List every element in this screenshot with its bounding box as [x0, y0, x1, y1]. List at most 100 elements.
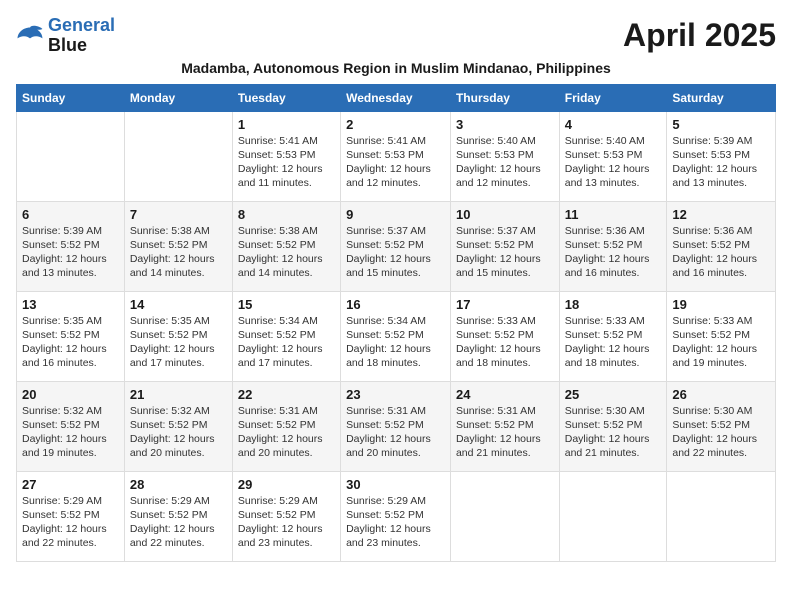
calendar-cell: 29 Sunrise: 5:29 AM Sunset: 5:52 PM Dayli… [232, 471, 340, 561]
calendar-cell: 20 Sunrise: 5:32 AM Sunset: 5:52 PM Dayli… [17, 381, 125, 471]
calendar-cell [17, 111, 125, 201]
day-number: 10 [456, 207, 554, 222]
calendar-cell: 12 Sunrise: 5:36 AM Sunset: 5:52 PM Dayli… [667, 201, 776, 291]
day-number: 21 [130, 387, 227, 402]
calendar-cell: 24 Sunrise: 5:31 AM Sunset: 5:52 PM Dayli… [450, 381, 559, 471]
calendar-cell: 17 Sunrise: 5:33 AM Sunset: 5:52 PM Dayli… [450, 291, 559, 381]
calendar-cell [124, 111, 232, 201]
calendar-cell: 27 Sunrise: 5:29 AM Sunset: 5:52 PM Dayli… [17, 471, 125, 561]
day-info: Sunrise: 5:30 AM Sunset: 5:52 PM Dayligh… [565, 404, 662, 461]
day-number: 5 [672, 117, 770, 132]
day-number: 18 [565, 297, 662, 312]
calendar-cell: 2 Sunrise: 5:41 AM Sunset: 5:53 PM Daylig… [341, 111, 451, 201]
day-number: 19 [672, 297, 770, 312]
day-info: Sunrise: 5:34 AM Sunset: 5:52 PM Dayligh… [238, 314, 335, 371]
calendar-cell: 10 Sunrise: 5:37 AM Sunset: 5:52 PM Dayli… [450, 201, 559, 291]
day-number: 7 [130, 207, 227, 222]
calendar-cell: 21 Sunrise: 5:32 AM Sunset: 5:52 PM Dayli… [124, 381, 232, 471]
calendar-cell: 19Sunrise: 5:33 AM Sunset: 5:52 PM Dayli… [667, 291, 776, 381]
calendar-cell: 9 Sunrise: 5:37 AM Sunset: 5:52 PM Daylig… [341, 201, 451, 291]
day-number: 13 [22, 297, 119, 312]
calendar-cell: 16 Sunrise: 5:34 AM Sunset: 5:52 PM Dayli… [341, 291, 451, 381]
calendar-body: 1 Sunrise: 5:41 AM Sunset: 5:53 PM Daylig… [17, 111, 776, 561]
calendar-week-row: 1 Sunrise: 5:41 AM Sunset: 5:53 PM Daylig… [17, 111, 776, 201]
calendar-cell: 30 Sunrise: 5:29 AM Sunset: 5:52 PM Dayli… [341, 471, 451, 561]
day-info: Sunrise: 5:41 AM Sunset: 5:53 PM Dayligh… [238, 134, 335, 191]
calendar-subtitle: Madamba, Autonomous Region in Muslim Min… [16, 60, 776, 76]
day-info: Sunrise: 5:32 AM Sunset: 5:52 PM Dayligh… [22, 404, 119, 461]
day-number: 17 [456, 297, 554, 312]
day-info: Sunrise: 5:33 AM Sunset: 5:52 PM Dayligh… [456, 314, 554, 371]
day-number: 29 [238, 477, 335, 492]
day-info: Sunrise: 5:37 AM Sunset: 5:52 PM Dayligh… [346, 224, 445, 281]
day-info: Sunrise: 5:41 AM Sunset: 5:53 PM Dayligh… [346, 134, 445, 191]
calendar-week-row: 6 Sunrise: 5:39 AM Sunset: 5:52 PM Daylig… [17, 201, 776, 291]
day-number: 12 [672, 207, 770, 222]
weekday-header-friday: Friday [559, 84, 667, 111]
calendar-week-row: 20 Sunrise: 5:32 AM Sunset: 5:52 PM Dayli… [17, 381, 776, 471]
day-number: 6 [22, 207, 119, 222]
day-number: 16 [346, 297, 445, 312]
calendar-cell: 11Sunrise: 5:36 AM Sunset: 5:52 PM Dayli… [559, 201, 667, 291]
calendar-cell: 4Sunrise: 5:40 AM Sunset: 5:53 PM Daylig… [559, 111, 667, 201]
day-number: 30 [346, 477, 445, 492]
day-info: Sunrise: 5:29 AM Sunset: 5:52 PM Dayligh… [22, 494, 119, 551]
day-info: Sunrise: 5:29 AM Sunset: 5:52 PM Dayligh… [238, 494, 335, 551]
logo-text: General Blue [48, 16, 115, 56]
calendar-cell: 25Sunrise: 5:30 AM Sunset: 5:52 PM Dayli… [559, 381, 667, 471]
day-number: 15 [238, 297, 335, 312]
weekday-header-wednesday: Wednesday [341, 84, 451, 111]
calendar-cell: 8Sunrise: 5:38 AM Sunset: 5:52 PM Daylig… [232, 201, 340, 291]
day-number: 23 [346, 387, 445, 402]
logo-line1: General [48, 15, 115, 35]
day-info: Sunrise: 5:31 AM Sunset: 5:52 PM Dayligh… [456, 404, 554, 461]
day-info: Sunrise: 5:35 AM Sunset: 5:52 PM Dayligh… [22, 314, 119, 371]
calendar-week-row: 27 Sunrise: 5:29 AM Sunset: 5:52 PM Dayli… [17, 471, 776, 561]
calendar-cell: 3 Sunrise: 5:40 AM Sunset: 5:53 PM Daylig… [450, 111, 559, 201]
day-info: Sunrise: 5:40 AM Sunset: 5:53 PM Dayligh… [565, 134, 662, 191]
day-number: 27 [22, 477, 119, 492]
logo: General Blue [16, 16, 115, 56]
weekday-header-monday: Monday [124, 84, 232, 111]
weekday-header-saturday: Saturday [667, 84, 776, 111]
calendar-cell: 13 Sunrise: 5:35 AM Sunset: 5:52 PM Dayli… [17, 291, 125, 381]
month-title: April 2025 [623, 17, 776, 54]
day-info: Sunrise: 5:29 AM Sunset: 5:52 PM Dayligh… [346, 494, 445, 551]
day-number: 1 [238, 117, 335, 132]
day-number: 8 [238, 207, 335, 222]
calendar-cell [559, 471, 667, 561]
day-info: Sunrise: 5:40 AM Sunset: 5:53 PM Dayligh… [456, 134, 554, 191]
weekday-header-sunday: Sunday [17, 84, 125, 111]
day-info: Sunrise: 5:34 AM Sunset: 5:52 PM Dayligh… [346, 314, 445, 371]
day-info: Sunrise: 5:32 AM Sunset: 5:52 PM Dayligh… [130, 404, 227, 461]
calendar-cell [450, 471, 559, 561]
calendar-cell: 22 Sunrise: 5:31 AM Sunset: 5:52 PM Dayli… [232, 381, 340, 471]
calendar-cell: 1 Sunrise: 5:41 AM Sunset: 5:53 PM Daylig… [232, 111, 340, 201]
weekday-header-tuesday: Tuesday [232, 84, 340, 111]
day-info: Sunrise: 5:29 AM Sunset: 5:52 PM Dayligh… [130, 494, 227, 551]
day-info: Sunrise: 5:31 AM Sunset: 5:52 PM Dayligh… [238, 404, 335, 461]
day-number: 22 [238, 387, 335, 402]
day-number: 9 [346, 207, 445, 222]
page-header: General Blue April 2025 [16, 16, 776, 56]
day-info: Sunrise: 5:38 AM Sunset: 5:52 PM Dayligh… [130, 224, 227, 281]
logo-icon [16, 24, 44, 48]
day-info: Sunrise: 5:31 AM Sunset: 5:52 PM Dayligh… [346, 404, 445, 461]
calendar-cell: 14Sunrise: 5:35 AM Sunset: 5:52 PM Dayli… [124, 291, 232, 381]
day-info: Sunrise: 5:36 AM Sunset: 5:52 PM Dayligh… [672, 224, 770, 281]
day-info: Sunrise: 5:33 AM Sunset: 5:52 PM Dayligh… [565, 314, 662, 371]
calendar-cell: 5 Sunrise: 5:39 AM Sunset: 5:53 PM Daylig… [667, 111, 776, 201]
day-info: Sunrise: 5:36 AM Sunset: 5:52 PM Dayligh… [565, 224, 662, 281]
calendar-table: SundayMondayTuesdayWednesdayThursdayFrid… [16, 84, 776, 562]
day-number: 2 [346, 117, 445, 132]
day-number: 20 [22, 387, 119, 402]
day-info: Sunrise: 5:35 AM Sunset: 5:52 PM Dayligh… [130, 314, 227, 371]
day-info: Sunrise: 5:39 AM Sunset: 5:52 PM Dayligh… [22, 224, 119, 281]
day-number: 3 [456, 117, 554, 132]
calendar-cell: 26Sunrise: 5:30 AM Sunset: 5:52 PM Dayli… [667, 381, 776, 471]
calendar-cell: 15 Sunrise: 5:34 AM Sunset: 5:52 PM Dayli… [232, 291, 340, 381]
day-info: Sunrise: 5:37 AM Sunset: 5:52 PM Dayligh… [456, 224, 554, 281]
day-number: 24 [456, 387, 554, 402]
day-info: Sunrise: 5:39 AM Sunset: 5:53 PM Dayligh… [672, 134, 770, 191]
calendar-cell: 18 Sunrise: 5:33 AM Sunset: 5:52 PM Dayli… [559, 291, 667, 381]
